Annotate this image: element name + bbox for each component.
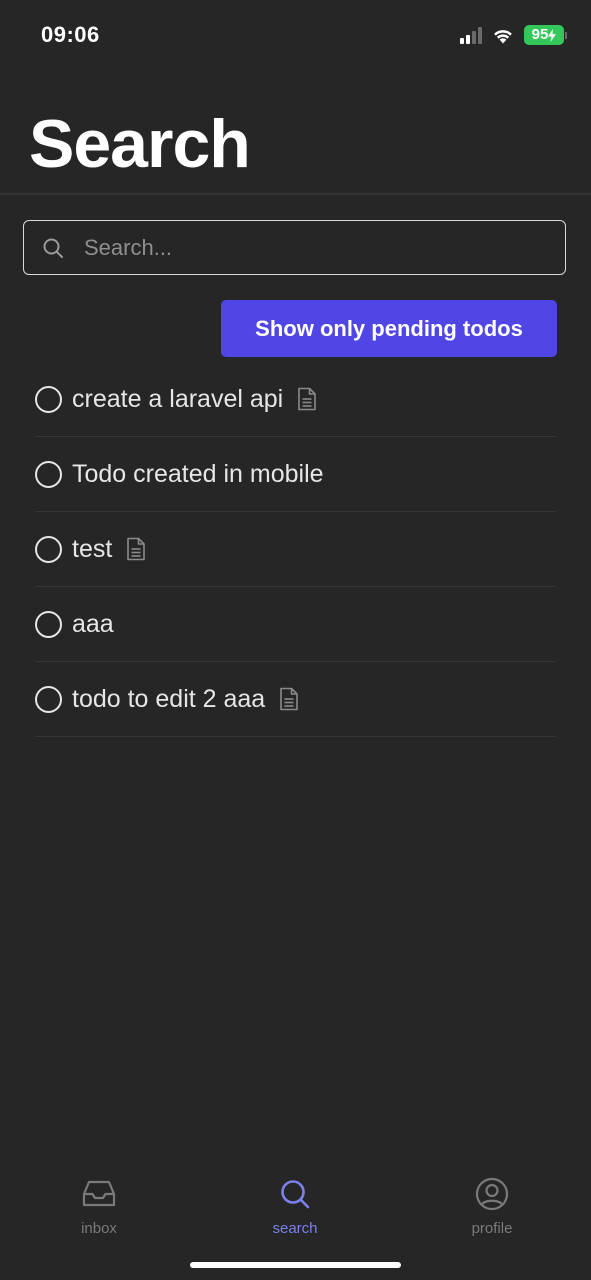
tab-label: profile <box>471 1220 513 1237</box>
inbox-icon <box>81 1176 117 1212</box>
todo-checkbox[interactable] <box>35 610 62 638</box>
status-time: 09:06 <box>41 22 100 47</box>
todo-item[interactable]: Todo created in mobile <box>35 437 556 512</box>
todo-item[interactable]: aaa <box>35 587 556 662</box>
todo-list: create a laravel api Todo created in mob… <box>35 362 556 737</box>
header-divider <box>0 193 591 195</box>
search-input[interactable] <box>82 233 565 262</box>
todo-checkbox[interactable] <box>35 385 62 413</box>
note-document-icon <box>126 537 146 561</box>
tab-label: inbox <box>81 1220 117 1237</box>
battery-icon: 95 <box>524 25 567 45</box>
todo-item[interactable]: test <box>35 512 556 587</box>
user-circle-icon <box>474 1176 510 1212</box>
todo-label: todo to edit 2 aaa <box>72 684 266 713</box>
battery-level: 95 <box>524 25 564 45</box>
tab-search[interactable]: search <box>230 1170 360 1242</box>
todo-checkbox[interactable] <box>35 685 62 713</box>
todo-label: aaa <box>72 609 114 638</box>
status-icons: 95 <box>460 24 567 46</box>
tab-label: search <box>272 1220 318 1237</box>
note-document-icon <box>297 387 317 411</box>
home-indicator[interactable] <box>190 1262 401 1268</box>
cellular-signal-icon <box>460 26 482 44</box>
todo-label: Todo created in mobile <box>72 459 324 488</box>
note-document-icon <box>279 687 299 711</box>
tab-inbox[interactable]: inbox <box>34 1170 164 1242</box>
todo-label: test <box>72 534 113 563</box>
search-box[interactable] <box>23 220 566 275</box>
todo-item[interactable]: todo to edit 2 aaa <box>35 662 556 737</box>
todo-label: create a laravel api <box>72 384 284 413</box>
charging-bolt-icon <box>548 28 557 42</box>
todo-checkbox[interactable] <box>35 460 62 488</box>
search-icon <box>41 236 65 260</box>
status-bar: 09:06 95 <box>0 0 591 72</box>
todo-checkbox[interactable] <box>35 535 62 563</box>
todo-item[interactable]: create a laravel api <box>35 362 556 437</box>
wifi-icon <box>494 29 512 43</box>
page-title: Search <box>29 106 251 182</box>
tab-profile[interactable]: profile <box>427 1170 557 1242</box>
search-icon <box>277 1176 313 1212</box>
show-pending-todos-button[interactable]: Show only pending todos <box>221 300 557 357</box>
